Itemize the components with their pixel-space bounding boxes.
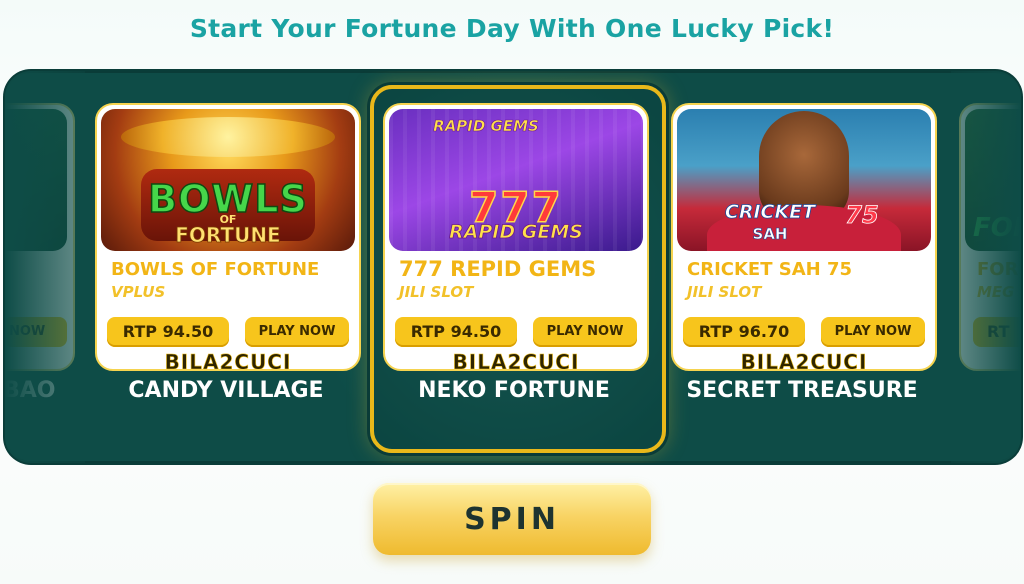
game-thumbnail-partial-right: FOR bbox=[965, 109, 1021, 251]
play-now-button[interactable]: PLAY NOW bbox=[821, 317, 925, 347]
game-thumbnail-bowls-of-fortune: BOWLS OF FORTUNE bbox=[101, 109, 355, 251]
game-name: CRICKET SAH 75 bbox=[687, 259, 853, 280]
rtp-badge: RTP 96.70 bbox=[683, 317, 805, 347]
art-title-line3: 75 bbox=[845, 201, 879, 230]
brand-logo: BILA2CUCI bbox=[452, 350, 580, 371]
game-card-777-repid-gems[interactable]: RAPID GEMS 777 RAPID GEMS 777 REPID GEMS… bbox=[383, 103, 649, 371]
game-provider: JILI SLOT bbox=[399, 283, 474, 301]
game-thumbnail-partial-left bbox=[5, 109, 67, 251]
play-now-button-partial-left[interactable]: NOW bbox=[5, 317, 67, 347]
game-name: 777 REPID GEMS bbox=[399, 257, 597, 281]
game-card-cricket-sah-75[interactable]: CRICKET SAH 75 CRICKET SAH 75 JILI SLOT … bbox=[671, 103, 937, 371]
game-name: BOWLS OF FORTUNE bbox=[111, 259, 320, 280]
rtp-badge: RTP 94.50 bbox=[107, 317, 229, 347]
rtp-badge: RTP 94.50 bbox=[395, 317, 517, 347]
art-title-line3: FORTUNE bbox=[175, 223, 281, 248]
game-thumbnail-cricket-sah-75: CRICKET SAH 75 bbox=[677, 109, 931, 251]
game-provider: JILI SLOT bbox=[687, 283, 762, 301]
slot-label-candy-village: CANDY VILLAGE bbox=[128, 378, 324, 403]
page: Start Your Fortune Day With One Lucky Pi… bbox=[0, 0, 1024, 584]
gold-coins-shape bbox=[121, 117, 335, 157]
slot-label-secret-treasure: SECRET TREASURE bbox=[686, 378, 918, 403]
rtp-badge-partial-right: RT bbox=[973, 317, 1021, 347]
game-provider-partial-right: MEG bbox=[977, 283, 1015, 301]
brand-logo: BILA2CUCI bbox=[740, 350, 868, 371]
slot-label-partial-left: BAO bbox=[5, 378, 56, 403]
art-title-partial-right: FOR bbox=[973, 213, 1021, 243]
slot-label-neko-fortune: NEKO FORTUNE bbox=[418, 378, 610, 403]
spin-button[interactable]: SPIN bbox=[373, 483, 651, 555]
art-title-line1: RAPID GEMS bbox=[433, 117, 539, 136]
game-card-partial-left[interactable]: NOW bbox=[5, 103, 75, 371]
play-now-button[interactable]: PLAY NOW bbox=[533, 317, 637, 347]
game-card-bowls-of-fortune[interactable]: BOWLS OF FORTUNE BOWLS OF FORTUNE VPLUS … bbox=[95, 103, 361, 371]
game-card-partial-right[interactable]: FOR FOR MEG RT bbox=[959, 103, 1021, 371]
play-now-button[interactable]: PLAY NOW bbox=[245, 317, 349, 347]
page-headline: Start Your Fortune Day With One Lucky Pi… bbox=[189, 14, 835, 43]
game-thumbnail-777-rapid-gems: RAPID GEMS 777 RAPID GEMS bbox=[389, 109, 643, 251]
brand-logo: BILA2CUCI bbox=[164, 350, 292, 371]
art-title-line3: RAPID GEMS bbox=[449, 221, 584, 244]
slot-carousel: NOW BAO BOWLS OF FORTUNE BOWLS OF FORTUN… bbox=[5, 71, 1021, 463]
game-provider: VPLUS bbox=[111, 283, 166, 301]
game-name-partial-right: FOR bbox=[977, 259, 1019, 280]
